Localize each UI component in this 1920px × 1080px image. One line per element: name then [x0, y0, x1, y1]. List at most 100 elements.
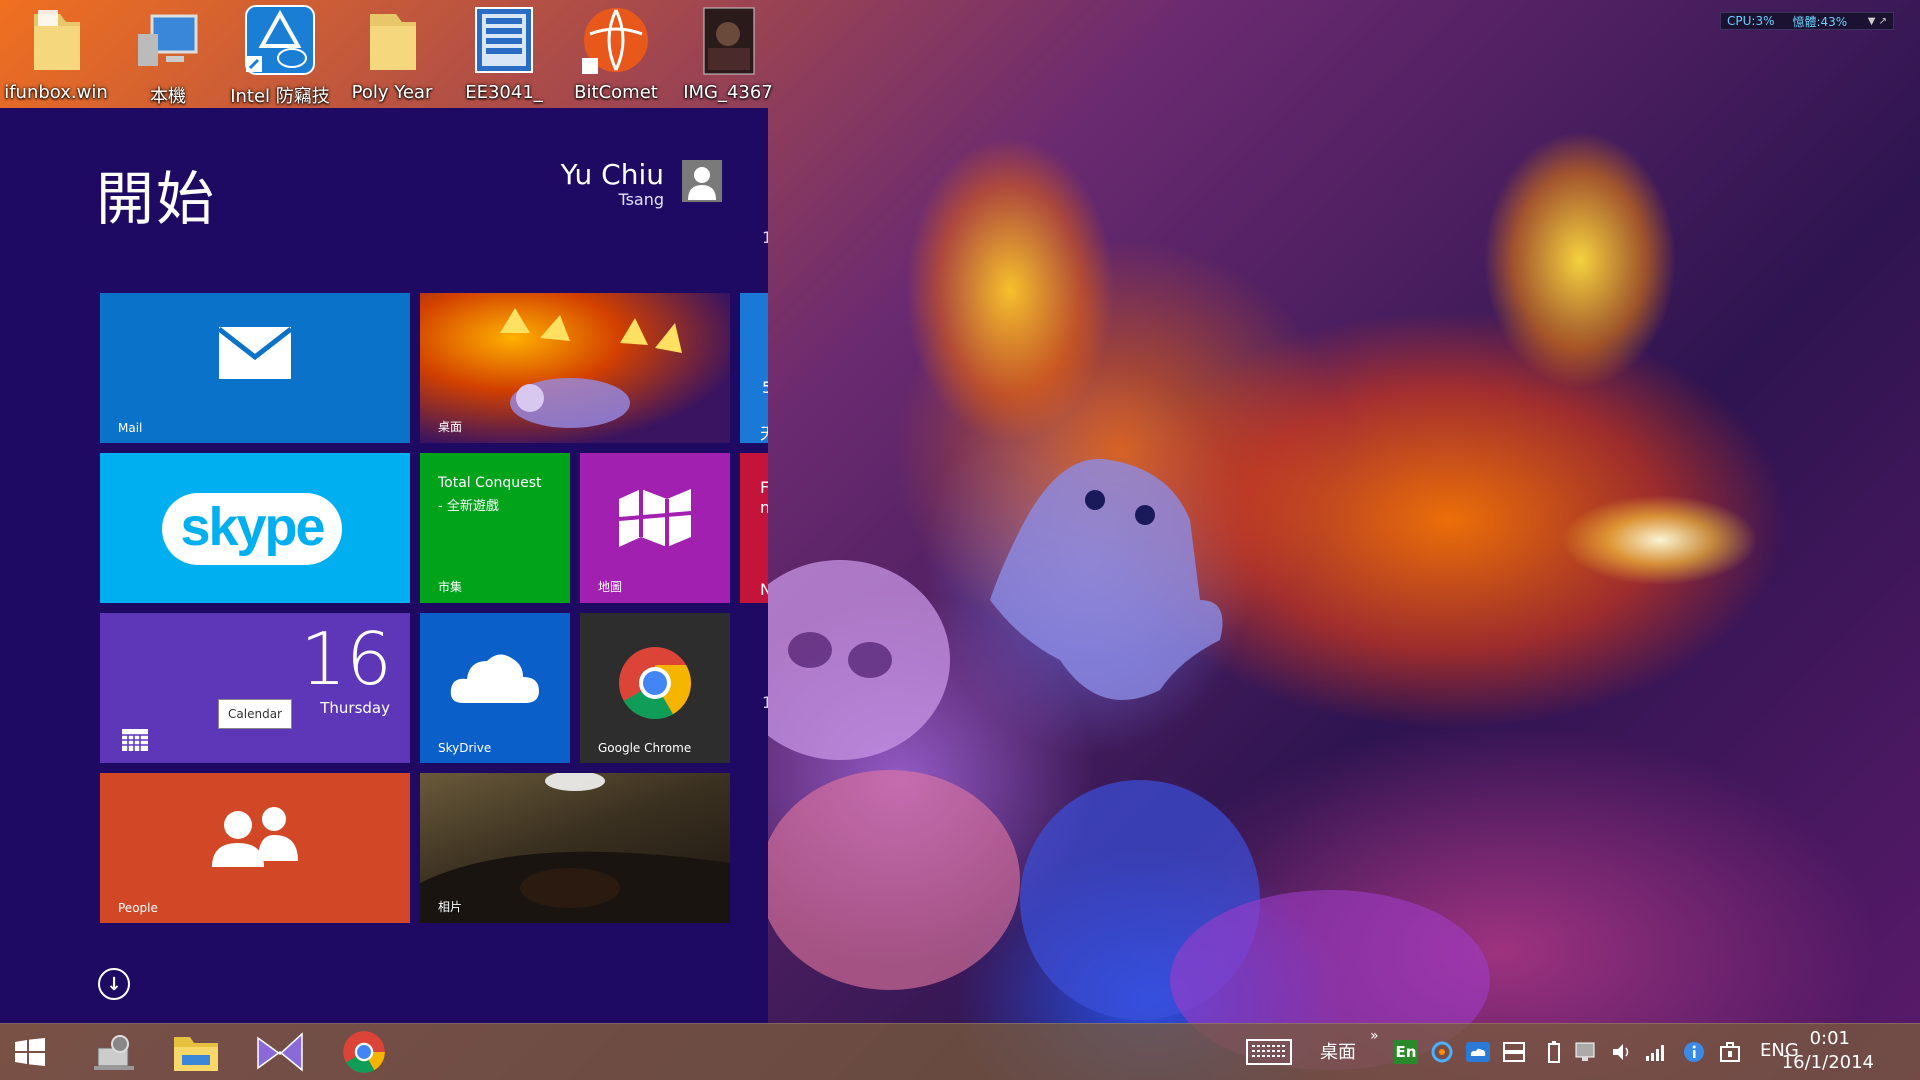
desktop-icon-label: Poly Year — [351, 82, 433, 103]
calendar-day-number: 16 — [300, 617, 392, 701]
user-name: Yu Chiu — [560, 158, 664, 191]
desktop-toolbar-label[interactable]: 桌面 — [1320, 1038, 1356, 1064]
browser-tray-icon[interactable] — [1430, 1040, 1454, 1064]
peek-text: 5 — [762, 378, 768, 397]
map-icon — [618, 489, 692, 547]
tile-store[interactable]: Total Conquest - 全新遊戲 市集 — [420, 453, 570, 603]
desktop-icon-label: ifunbox.win — [4, 82, 108, 103]
skype-logo-text: skype — [180, 497, 325, 557]
pumpkin-thumbnail-icon — [500, 308, 682, 428]
clock-time[interactable]: 0:01 — [1810, 1028, 1850, 1049]
calendar-grid-icon — [122, 729, 148, 751]
desktop-icon-label: 本機 — [150, 86, 186, 107]
image-thumbnail-icon — [692, 4, 764, 76]
desktop-icon-bitcomet[interactable]: BitComet — [560, 4, 672, 103]
peek-text: F — [760, 478, 768, 497]
laptop-gear-icon — [94, 1035, 134, 1070]
people-icon — [212, 807, 298, 867]
desktop-icon-intel-antitheft[interactable]: Intel 防竊技 — [224, 4, 336, 108]
taskbar: 桌面 » En ENG 0:01 16/1/2014 — [0, 1023, 1920, 1080]
folder-icon — [174, 1037, 218, 1071]
calendar-tooltip: Calendar — [218, 699, 292, 729]
clock-date[interactable]: 16/1/2014 — [1782, 1052, 1874, 1073]
tile-label: SkyDrive — [438, 741, 492, 755]
tile-label: 桌面 — [438, 420, 463, 434]
folder-icon — [356, 4, 428, 76]
tile-people[interactable]: People — [100, 773, 410, 923]
action-center-flag-icon[interactable] — [1718, 1040, 1742, 1064]
desktop-icon-ee3041[interactable]: EE3041_ — [448, 4, 560, 103]
network-device-icon[interactable] — [1574, 1040, 1598, 1064]
peek-text: N — [760, 580, 768, 599]
bitcomet-shortcut-icon — [580, 4, 652, 76]
taskbar-google-chrome[interactable] — [334, 1028, 394, 1076]
desktop-icon-this-pc[interactable]: 本機 — [112, 4, 224, 108]
tile-label: Mail — [118, 421, 143, 435]
calendar-weekday: Thursday — [320, 699, 390, 717]
peek-text: 1 — [762, 228, 768, 247]
wifi-signal-icon[interactable] — [1644, 1040, 1668, 1064]
system-monitor-widget[interactable]: CPU:3% 憶體:43% ▼ ↗ — [1720, 12, 1894, 30]
touch-keyboard-button[interactable] — [1244, 1039, 1294, 1065]
expand-arrows-icon[interactable]: ▼ ↗ — [1868, 16, 1887, 27]
tile-maps[interactable]: 地圖 — [580, 453, 730, 603]
taskbar-visual-studio[interactable] — [250, 1028, 310, 1076]
peek-text: n — [760, 498, 768, 517]
tile-google-chrome[interactable]: Google Chrome — [580, 613, 730, 763]
zip-archive-icon — [468, 4, 540, 76]
user-account[interactable]: Yu Chiu Tsang — [561, 160, 722, 209]
toolbar-expand-icon[interactable]: » — [1370, 1028, 1379, 1044]
mail-envelope-icon — [219, 327, 291, 379]
taskbar-file-explorer[interactable] — [166, 1028, 226, 1076]
desktop-icon-label: BitComet — [574, 82, 658, 103]
store-app-subtitle: - 全新遊戲 — [438, 499, 499, 514]
start-title: 開始 — [96, 165, 217, 233]
tile-desktop[interactable]: 桌面 — [420, 293, 730, 443]
all-apps-arrow-button[interactable]: ↓ — [98, 968, 130, 1000]
skype-logo-icon: skype — [162, 493, 342, 565]
intel-antitheft-shortcut-icon — [244, 4, 316, 76]
chrome-logo-icon — [343, 1031, 385, 1073]
desktop-icon-label: EE3041_ — [465, 82, 543, 103]
user-surname: Tsang — [618, 190, 664, 209]
start-button[interactable] — [0, 1028, 60, 1076]
tile-label: People — [118, 901, 158, 915]
tile-label: 市集 — [438, 580, 463, 594]
desktop-icon-label: IMG_4367 — [683, 82, 773, 103]
tile-skype[interactable]: skype — [100, 453, 410, 603]
tile-photos[interactable]: 相片 — [420, 773, 730, 923]
tile-mail[interactable]: Mail — [100, 293, 410, 443]
battery-icon[interactable] — [1542, 1040, 1566, 1064]
chrome-logo-icon — [619, 647, 691, 720]
desktop-icon-ifunbox[interactable]: ifunbox.win — [0, 4, 112, 103]
cloud-icon — [450, 654, 539, 703]
tile-label: 地圖 — [598, 580, 623, 594]
windows-logo-icon — [15, 1038, 45, 1066]
tile-calendar[interactable]: 16 Thursday Calendar — [100, 613, 410, 763]
desktop-icon-img4367[interactable]: IMG_4367 — [672, 4, 784, 103]
arrow-down-icon: ↓ — [106, 973, 122, 995]
tile-skydrive[interactable]: SkyDrive — [420, 613, 570, 763]
store-app-title: Total Conquest — [438, 475, 542, 491]
photo-thumbnail-icon — [420, 773, 730, 923]
peek-text: 天 — [760, 420, 768, 444]
cpu-usage-text: CPU:3% — [1727, 14, 1775, 28]
folder-icon — [20, 4, 92, 76]
taskbar-app-utility[interactable] — [84, 1028, 144, 1076]
desktop-icon-poly-year[interactable]: Poly Year — [336, 4, 448, 103]
desktop-icon-label: Intel 防竊技 — [230, 86, 330, 107]
visual-studio-icon — [257, 1032, 303, 1072]
peek-text: 1 — [762, 693, 768, 712]
ime-mode-indicator[interactable]: En — [1394, 1040, 1418, 1064]
computer-icon — [132, 4, 204, 76]
skydrive-tray-icon[interactable] — [1466, 1040, 1490, 1064]
memory-usage-text: 憶體:43% — [1792, 14, 1848, 29]
window-tray-icon[interactable] — [1502, 1040, 1526, 1064]
volume-icon[interactable] — [1610, 1040, 1634, 1064]
tile-label: Google Chrome — [598, 741, 692, 755]
user-avatar-icon — [682, 160, 722, 202]
start-screen: 開始 Yu Chiu Tsang Mail 桌面 skype Total Con… — [0, 108, 768, 1024]
tile-label: 相片 — [438, 900, 463, 914]
info-icon[interactable] — [1682, 1040, 1706, 1064]
keyboard-icon — [1246, 1039, 1292, 1065]
